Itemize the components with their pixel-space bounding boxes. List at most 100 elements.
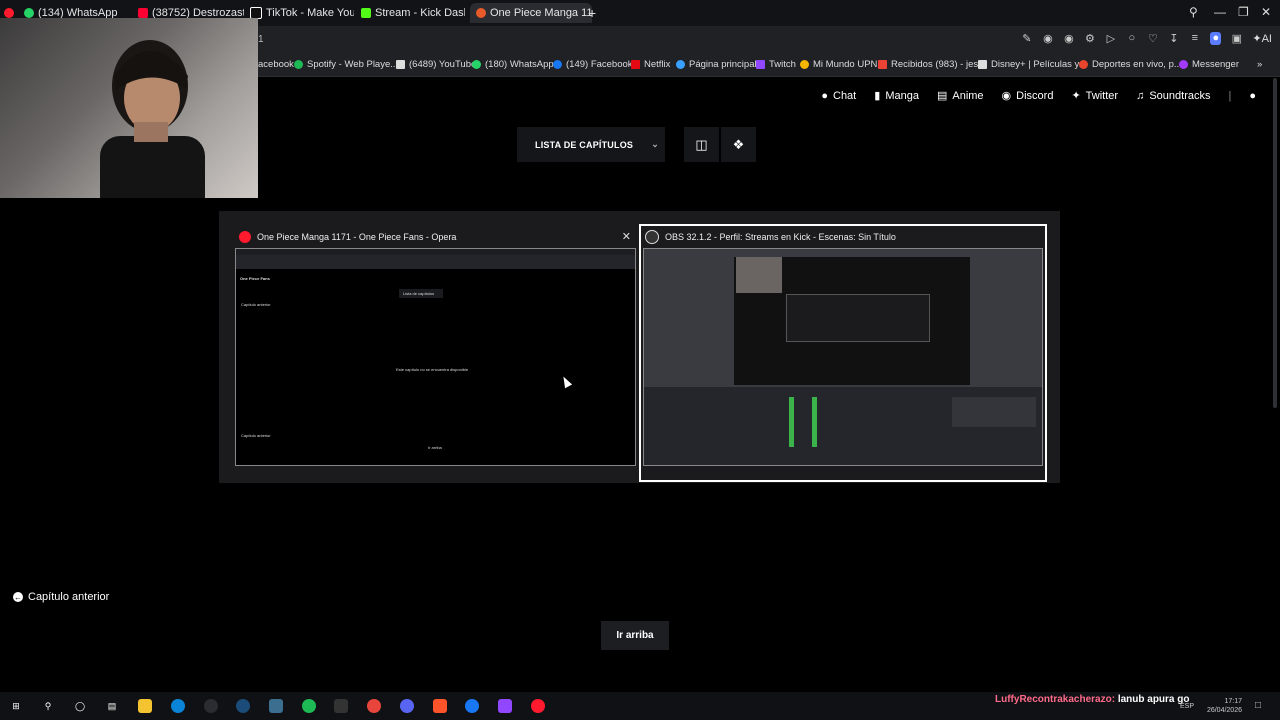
chrome-icon[interactable] [367,699,381,713]
home-icon [676,60,685,69]
edit-icon[interactable]: ✎ [1021,32,1032,45]
search-tabs-icon[interactable]: ⚲ [1189,5,1198,19]
cube-icon[interactable]: ▣ [1231,32,1242,45]
wallet-icon[interactable]: ○ [1126,32,1137,45]
bookmark-deportes[interactable]: Deportes en vivo, p... [1079,59,1182,70]
page-scrollbar[interactable] [1273,78,1277,408]
book-icon: ▮ [874,90,881,102]
chat-message: lanub apura go [1117,694,1190,705]
edge-icon[interactable] [171,699,185,713]
new-tab-button[interactable]: + [588,5,596,21]
obs-audio-meter [789,397,794,447]
spotify-icon [294,60,303,69]
bookmark-netflix[interactable]: Netflix [631,59,670,70]
bookmark-youtube[interactable]: (6489) YouTube [396,59,476,70]
prev-chapter-link[interactable]: ← Capítulo anterior [13,591,109,603]
switcher-window-opera[interactable]: One Piece Manga 1171 - One Piece Fans - … [235,226,636,466]
site-nav: ● Chat ▮ Manga ▤ Anime ◉ Discord ✦ Twitter ♫ S… [821,89,1256,103]
fullscreen-button[interactable]: ❖ [721,127,756,162]
notification-icon[interactable]: □ [1255,700,1261,711]
nav-discord[interactable]: ◉ Discord [1002,89,1054,103]
open-book-icon: ◫ [695,136,708,152]
facebook-icon [553,60,562,69]
clock-time: 17:17 [1224,698,1242,705]
mini-top: Ir arriba [428,445,442,450]
heart-icon[interactable]: ♡ [1147,32,1158,45]
bookmarks-more-icon[interactable]: » [1257,59,1262,70]
language-indicator[interactable]: ESP [1180,703,1194,710]
address-bar-actions: ✎ ◉ ◉ ⚙ ▷ ○ ♡ ↧ ≡ ● ▣ ✦AI [1021,32,1272,45]
mini-chapter-select: Lista de capítulos [399,289,443,298]
windows-start-icon[interactable]: ⊞ [9,699,23,713]
window-title-opera: One Piece Manga 1171 - One Piece Fans - … [235,226,456,248]
nav-manga[interactable]: ▮ Manga [874,89,919,103]
bookmark-whatsapp[interactable]: (180) WhatsApp [472,59,554,70]
messenger-icon [1179,60,1188,69]
minimize-button[interactable]: — [1214,5,1226,19]
task-view-icon[interactable]: ▤ [105,699,119,713]
bookmark-disney[interactable]: Disney+ | Películas y... [978,59,1086,70]
camera-icon[interactable]: ◉ [1042,32,1053,45]
tab-tiktok[interactable]: TikTok - Make Your Day [250,3,354,23]
tab-onepiece[interactable]: One Piece Manga 1181 - ... [470,3,592,23]
switcher-window-obs[interactable]: OBS 32.1.2 - Perfil: Streams en Kick - E… [639,224,1047,482]
extension-icon[interactable]: ⚙ [1084,32,1095,45]
expand-icon: ❖ [732,136,745,152]
nav-soundtracks[interactable]: ♫ Soundtracks [1136,90,1210,102]
discord-taskbar-icon[interactable] [400,699,414,713]
nav-divider: | [1228,89,1232,102]
close-window-button[interactable]: ✕ [1261,5,1271,19]
system-clock[interactable]: 17:17 26/04/2026 [1207,697,1242,715]
bookmark-spotify[interactable]: Spotify - Web Playe... [294,59,398,70]
app-icon[interactable] [269,699,283,713]
bookmark-home[interactable]: Página principal [676,59,757,70]
arrow-left-icon: ← [13,592,23,602]
menu-icon[interactable]: ≡ [1189,32,1200,45]
mini-unavailable: Este capítulo no se encuentra disponible [396,367,469,372]
window-thumbnail-obs [643,248,1043,466]
chat-username: LuffyRecontrakacherazo: [995,694,1116,705]
twitch-taskbar-icon[interactable] [498,699,512,713]
epic-games-icon[interactable] [334,699,348,713]
reading-mode-button[interactable]: ◫ [684,127,719,162]
close-window-icon[interactable]: ✕ [622,230,631,243]
opera-taskbar-icon[interactable] [531,699,545,713]
tab-kick[interactable]: Stream - Kick Dashboard [361,3,465,23]
bookmark-messenger[interactable]: Messenger [1179,59,1239,70]
theme-toggle[interactable]: ● [1249,90,1256,102]
spotify-taskbar-icon[interactable] [302,699,316,713]
brave-icon[interactable] [433,699,447,713]
file-explorer-icon[interactable] [138,699,152,713]
ai-button[interactable]: ✦AI [1252,32,1272,45]
mini-prev-top: Capítulo anterior [241,302,271,307]
cortana-icon[interactable]: ◯ [73,699,87,713]
download-icon[interactable]: ↧ [1168,32,1179,45]
nav-twitter[interactable]: ✦ Twitter [1071,89,1118,103]
obs-icon [645,230,659,244]
bookmark-gmail[interactable]: Recibidos (983) - jes... [878,59,986,70]
bookmark-facebook-2[interactable]: (149) Facebook [553,59,633,70]
obs-mini-webcam [736,257,782,293]
bookmark-upn[interactable]: Mi Mundo UPN [800,59,877,70]
window-switcher: One Piece Manga 1171 - One Piece Fans - … [219,211,1060,483]
go-top-button[interactable]: Ir arriba [601,621,669,650]
nav-anime[interactable]: ▤ Anime [936,89,984,103]
whatsapp-icon [472,60,481,69]
play-icon[interactable]: ▷ [1105,32,1116,45]
facebook-taskbar-icon[interactable] [465,699,479,713]
steam-icon[interactable] [236,699,250,713]
profile-icon[interactable]: ● [1210,32,1222,45]
search-icon[interactable]: ⚲ [41,699,55,713]
restore-button[interactable]: ❐ [1238,5,1249,19]
obs-taskbar-icon[interactable] [204,699,218,713]
nav-chat[interactable]: ● Chat [821,90,856,102]
chat-icon: ● [821,89,828,102]
shield-icon[interactable]: ◉ [1063,32,1074,45]
bookmark-facebook[interactable]: acebook [258,59,294,70]
film-icon: ▤ [936,90,948,102]
bookmark-twitch[interactable]: Twitch [756,59,796,70]
mini-toolbar [236,255,635,269]
window-title-obs: OBS 32.1.2 - Perfil: Streams en Kick - E… [641,226,896,248]
page-icon [978,60,987,69]
chapter-list-select[interactable]: LISTA DE CAPÍTULOS ⌄ [517,127,665,162]
